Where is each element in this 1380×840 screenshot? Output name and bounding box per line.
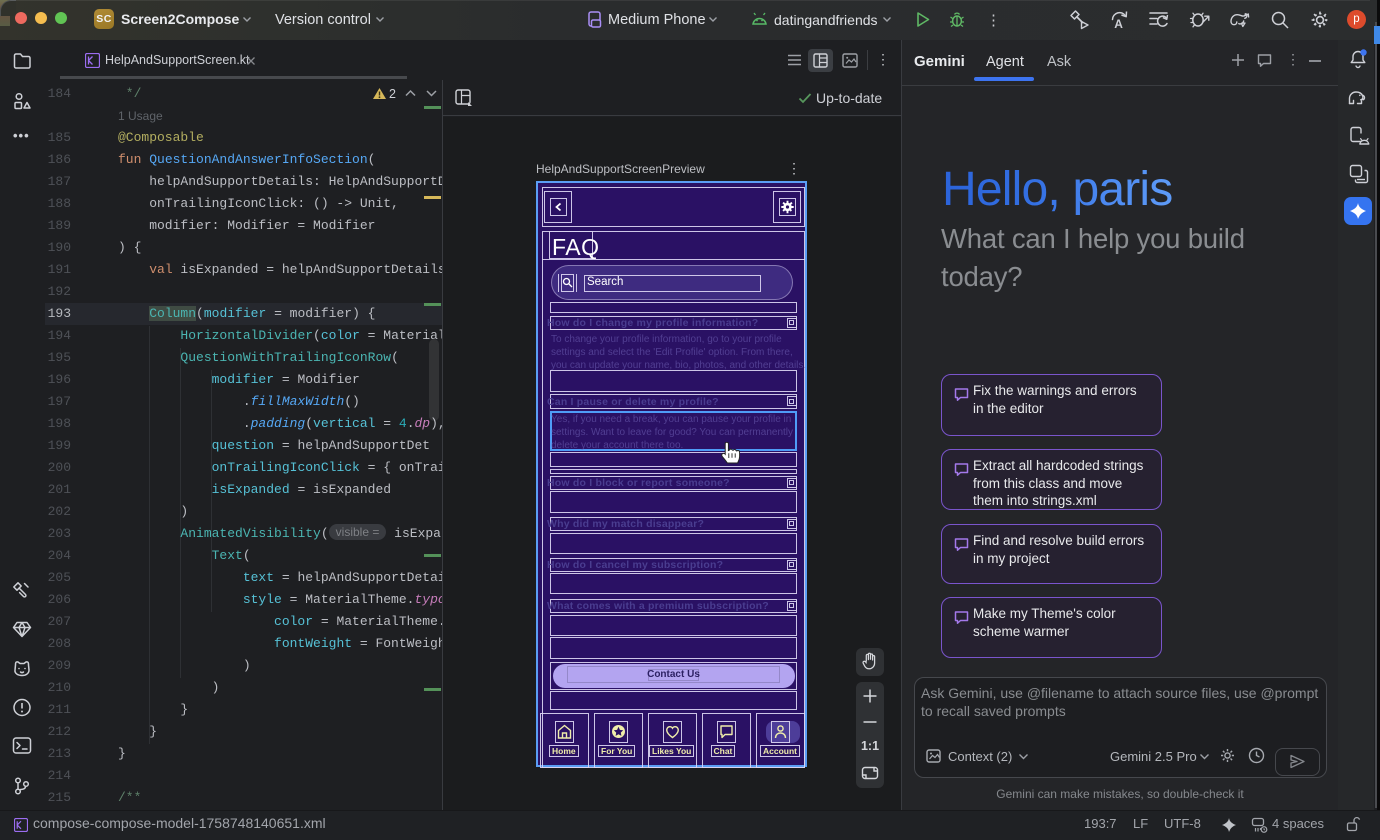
svg-text:A: A: [1114, 17, 1123, 30]
